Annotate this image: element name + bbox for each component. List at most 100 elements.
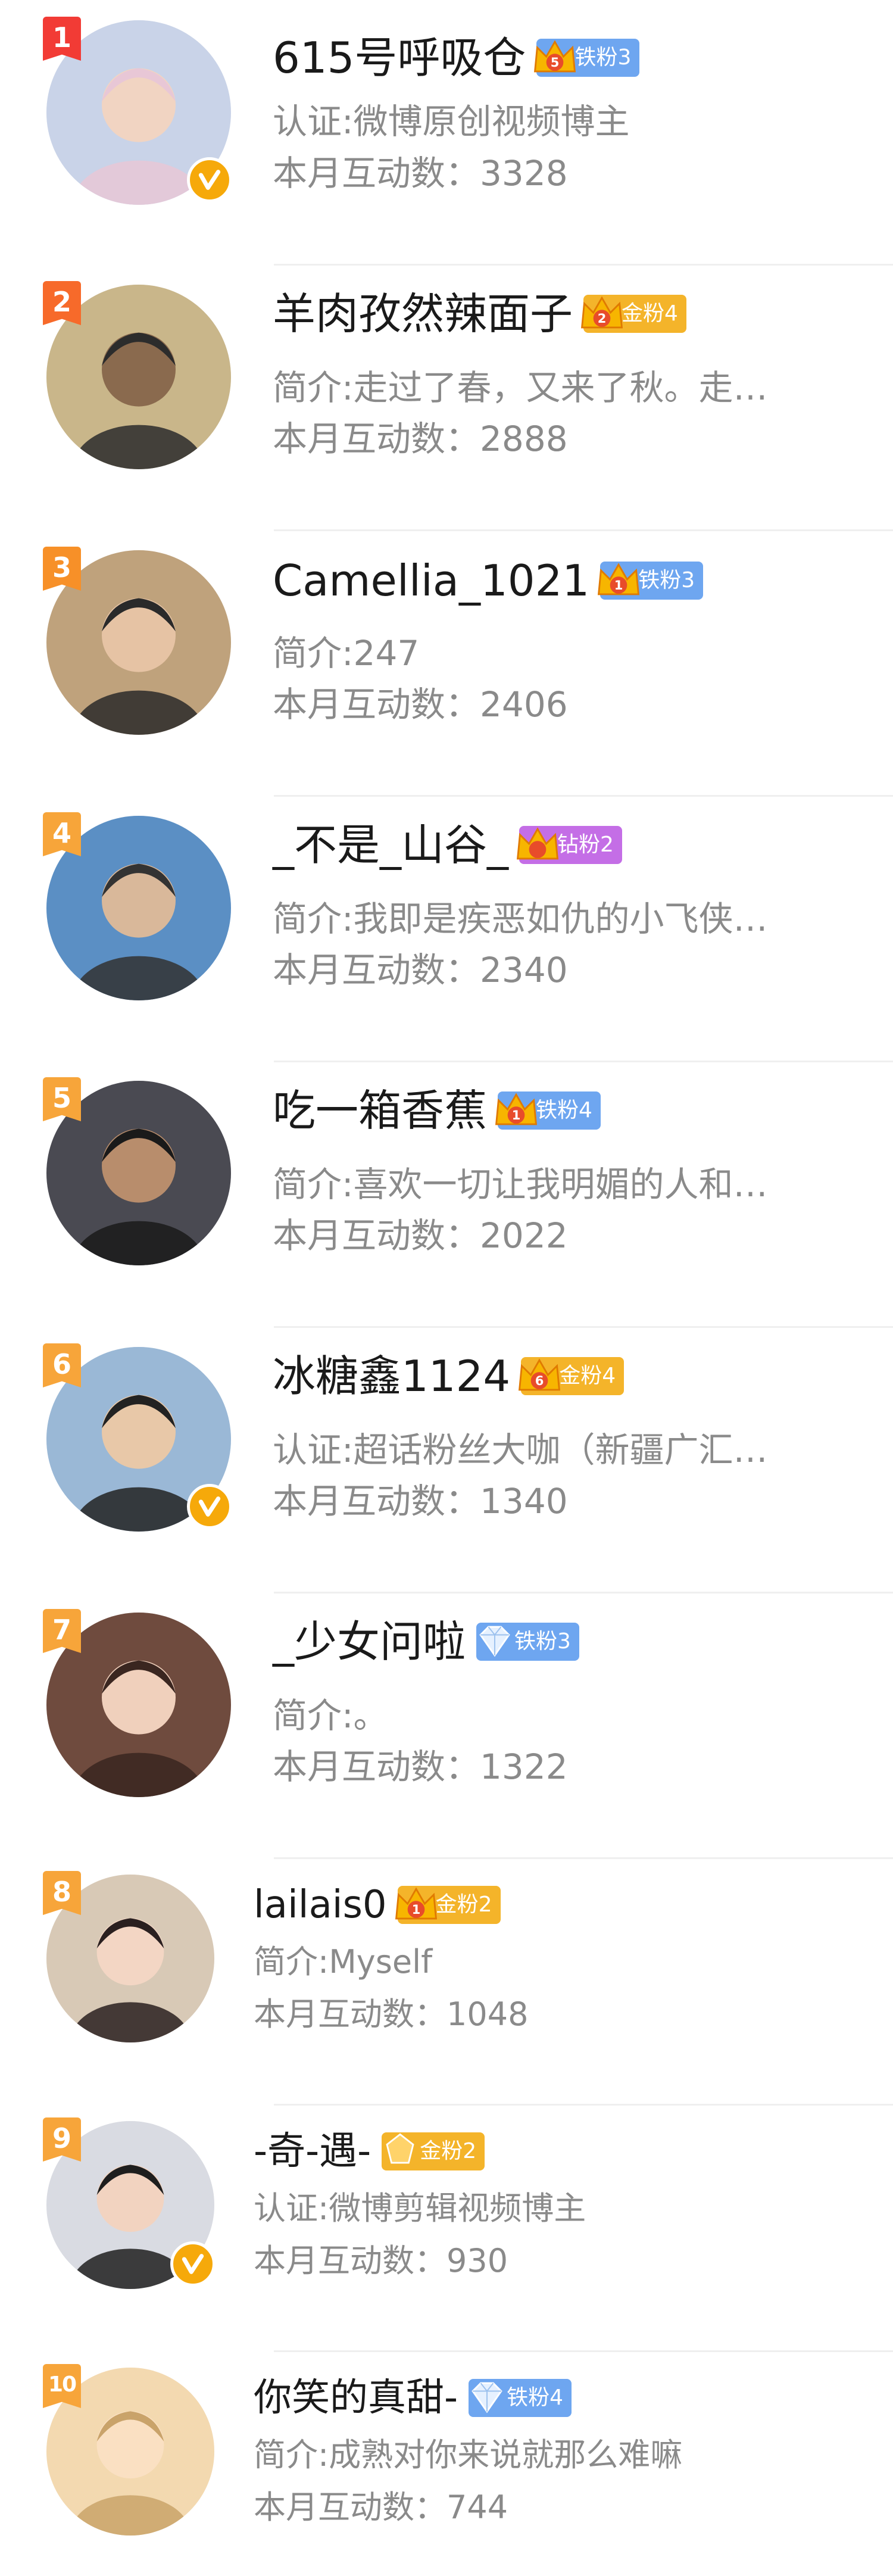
- user-description: 简介:Myself: [254, 1943, 433, 1981]
- list-item[interactable]: 10 你笑的真甜- 铁粉4 简介:成熟对你来说就那么难嘛 本月互动数：744: [0, 2352, 893, 2576]
- user-description: 简介:247: [273, 633, 420, 673]
- stat-value: 1340: [480, 1481, 568, 1521]
- fan-level-label: 铁粉3: [574, 45, 632, 70]
- user-name[interactable]: 冰糖鑫1124: [273, 1355, 510, 1398]
- user-name[interactable]: 羊肉孜然辣面子: [273, 292, 573, 335]
- crown-icon: 2: [576, 288, 627, 339]
- user-description: 认证:微博剪辑视频博主: [254, 2190, 586, 2227]
- user-description: 认证:超话粉丝大咖（新疆广汇…: [273, 1430, 768, 1470]
- svg-text:6: 6: [535, 1373, 544, 1388]
- stat-label: 本月互动数：: [273, 1481, 480, 1521]
- stat-label: 本月互动数：: [254, 1995, 447, 2033]
- svg-text:1: 1: [512, 1108, 521, 1122]
- list-item[interactable]: 4 _不是_山谷_ 钻粉2 简介:我即是疾恶如仇的小飞侠… 本月互动数：2340: [0, 797, 893, 1062]
- user-name[interactable]: 615号呼吸仓: [273, 36, 526, 79]
- monthly-interactions: 本月互动数：1322: [273, 1749, 568, 1784]
- rank-badge: 7: [43, 1609, 81, 1653]
- list-item[interactable]: 5 吃一箱香蕉 1 铁粉4 简介:喜欢一切让我明媚的人和… 本月互动数：2022: [0, 1062, 893, 1328]
- name-line: Camellia_1021 1 铁粉3: [273, 557, 704, 604]
- name-line: _少女问啦 铁粉3: [273, 1618, 579, 1665]
- stat-label: 本月互动数：: [273, 950, 480, 990]
- stat-label: 本月互动数：: [273, 153, 480, 194]
- fan-level-badge: 1 铁粉4: [495, 1091, 601, 1130]
- svg-text:2: 2: [598, 311, 607, 326]
- stat-label: 本月互动数：: [254, 2488, 447, 2526]
- rank-badge: 2: [43, 281, 81, 325]
- svg-text:5: 5: [551, 55, 560, 70]
- user-name[interactable]: 你笑的真甜-: [254, 2379, 458, 2417]
- fan-level-badge: 1 铁粉3: [598, 562, 704, 600]
- list-item[interactable]: 9 -奇-遇- 金粉2 认证:微博剪辑视频博主本月互动数：930: [0, 2106, 893, 2352]
- monthly-interactions: 本月互动数：2340: [273, 953, 568, 987]
- monthly-interactions: 本月互动数：1340: [273, 1484, 568, 1518]
- monthly-interactions: 本月互动数：2406: [273, 687, 568, 722]
- monthly-interactions: 本月互动数：2888: [273, 422, 568, 456]
- stat-label: 本月互动数：: [273, 1747, 480, 1787]
- monthly-interactions: 本月互动数：1048: [254, 1998, 528, 2031]
- fan-level-badge: 铁粉4: [469, 2379, 572, 2417]
- verified-icon: [170, 2241, 216, 2287]
- name-line: 615号呼吸仓 5 铁粉3: [273, 35, 640, 81]
- user-name[interactable]: lailais0: [254, 1886, 387, 1924]
- name-line: 吃一箱香蕉 1 铁粉4: [273, 1087, 601, 1134]
- list-item[interactable]: 8 lailais0 1 金粉2 简介:Myself 本月互动数：1048: [0, 1859, 893, 2106]
- monthly-interactions: 本月互动数：2022: [273, 1218, 568, 1253]
- crown-icon: 1: [491, 1084, 542, 1136]
- rank-badge: 9: [43, 2117, 81, 2162]
- list-item[interactable]: 2 羊肉孜然辣面子 2 金粉4 简介:走过了春，又来了秋。走… 本月互动数：2888: [0, 266, 893, 531]
- stat-label: 本月互动数：: [273, 1215, 480, 1256]
- user-description: 简介:成熟对你来说就那么难嘛: [254, 2436, 683, 2474]
- fan-level-label: 金粉2: [435, 1892, 492, 1917]
- fan-level-label: 铁粉3: [514, 1629, 571, 1654]
- monthly-interactions: 本月互动数：930: [254, 2245, 508, 2277]
- stat-value: 2888: [480, 419, 568, 459]
- crown-icon: 1: [593, 554, 644, 606]
- diamond-icon: [461, 2372, 513, 2423]
- verified-icon: [187, 1484, 232, 1529]
- list-item[interactable]: 1 615号呼吸仓 5 铁粉3 认证:微博原创视频博主本月互动数：3328: [0, 0, 893, 266]
- fan-level-badge: 5 铁粉3: [534, 39, 640, 77]
- crown-icon: 1: [391, 1879, 442, 1930]
- verified-icon: [187, 157, 232, 202]
- user-name[interactable]: _少女问啦: [273, 1620, 466, 1663]
- fan-level-label: 金粉4: [559, 1364, 616, 1388]
- user-description: 认证:微博原创视频博主: [273, 101, 630, 142]
- rank-badge: 6: [43, 1343, 81, 1387]
- fan-level-label: 金粉2: [420, 2139, 477, 2163]
- user-name[interactable]: 吃一箱香蕉: [273, 1089, 487, 1132]
- fan-level-label: 钻粉2: [557, 832, 614, 857]
- stat-value: 2406: [480, 684, 568, 725]
- list-item[interactable]: 6 冰糖鑫1124 6 金粉4 认证:超话粉丝大咖（新疆广汇… 本月互动数：1340: [0, 1328, 893, 1593]
- rank-badge: 1: [43, 17, 81, 61]
- fan-level-label: 铁粉4: [507, 2385, 563, 2410]
- gem-icon: [512, 819, 563, 870]
- stat-label: 本月互动数：: [254, 2242, 447, 2279]
- user-name[interactable]: -奇-遇-: [254, 2132, 371, 2170]
- stat-value: 744: [447, 2488, 508, 2526]
- rank-badge: 8: [43, 1871, 81, 1915]
- name-line: 羊肉孜然辣面子 2 金粉4: [273, 291, 686, 337]
- rank-badge: 3: [43, 547, 81, 591]
- monthly-interactions: 本月互动数：744: [254, 2491, 508, 2524]
- monthly-interactions: 本月互动数：3328: [273, 156, 568, 191]
- user-name[interactable]: _不是_山谷_: [273, 824, 508, 866]
- rank-badge: 4: [43, 812, 81, 856]
- user-name[interactable]: Camellia_1021: [273, 559, 589, 602]
- fan-ranking-list: 1 615号呼吸仓 5 铁粉3 认证:微博原创视频博主 本月互动数：3328 2 羊肉…: [0, 0, 893, 2576]
- user-description: 简介:喜欢一切让我明媚的人和…: [273, 1164, 768, 1205]
- list-item[interactable]: 3 Camellia_1021 1 铁粉3 简介:247 本月互动数：2406: [0, 531, 893, 797]
- list-item[interactable]: 7 _少女问啦 铁粉3 简介:。 本月互动数：1322: [0, 1593, 893, 1859]
- rank-badge: 10: [43, 2364, 81, 2408]
- name-line: lailais0 1 金粉2: [254, 1882, 501, 1928]
- stat-value: 2022: [480, 1215, 568, 1256]
- fan-level-badge: 6 金粉4: [519, 1357, 625, 1395]
- fan-level-badge: 2 金粉4: [580, 295, 686, 333]
- stat-value: 2340: [480, 950, 568, 990]
- fan-level-badge: 铁粉3: [476, 1623, 579, 1661]
- name-line: 你笑的真甜- 铁粉4: [254, 2375, 572, 2421]
- svg-text:1: 1: [614, 578, 623, 592]
- stat-value: 1048: [447, 1995, 529, 2033]
- svg-text:1: 1: [411, 1902, 420, 1917]
- diamond-icon: [469, 1616, 520, 1667]
- fan-level-label: 铁粉4: [536, 1098, 592, 1122]
